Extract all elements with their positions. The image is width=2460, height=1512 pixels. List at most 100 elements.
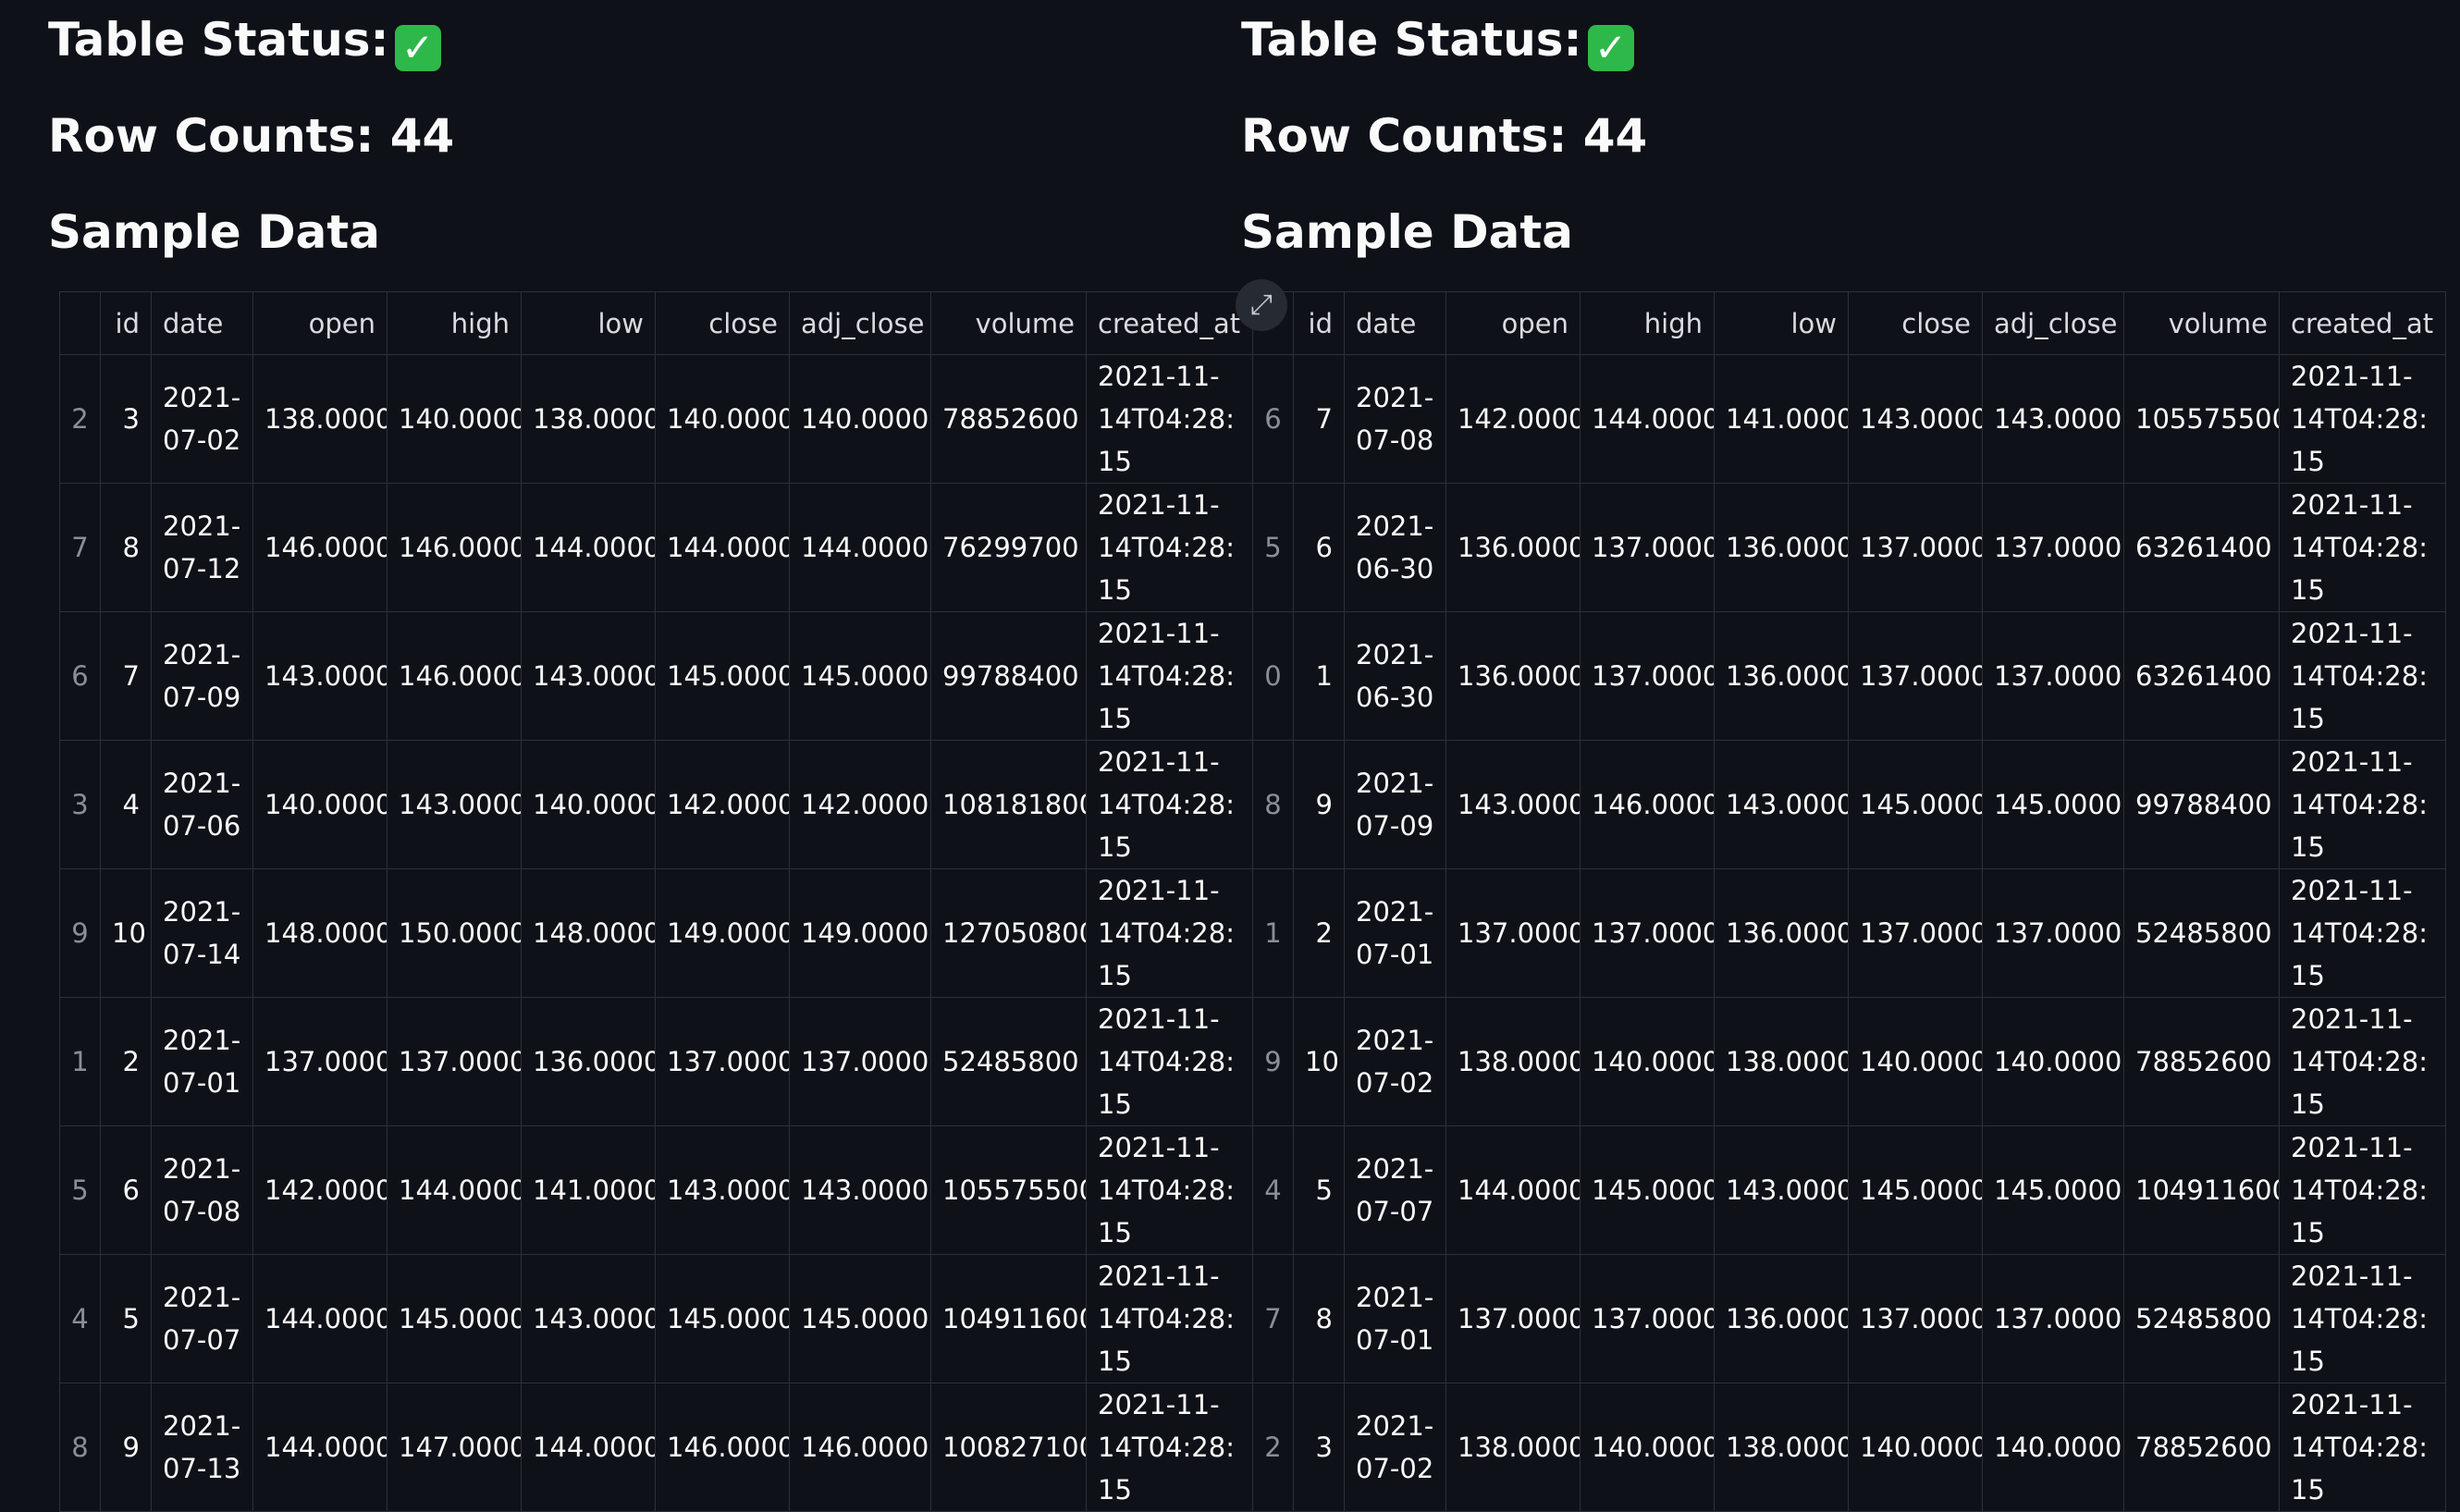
cell-open[interactable]: 144.0000 (252, 1383, 387, 1512)
cell-close[interactable]: 145.0000 (1848, 740, 1983, 869)
cell-date[interactable]: 2021- 07-14 (151, 868, 253, 998)
table-row[interactable]: 9 10 2021- 07-14 148.0000 150.0000 148.0000 149… (59, 868, 1253, 998)
column-header-date[interactable]: date (1344, 291, 1446, 355)
cell-id[interactable]: 9 (1293, 740, 1345, 869)
cell-adj-close[interactable]: 137.0000 (789, 997, 931, 1126)
table-row[interactable]: 3 4 2021- 07-06 140.0000 143.0000 140.0000 142.… (59, 740, 1253, 869)
cell-open[interactable]: 137.0000 (1445, 868, 1581, 998)
cell-low[interactable]: 136.0000 (521, 997, 656, 1126)
column-header-high[interactable]: high (387, 291, 522, 355)
cell-volume[interactable]: 104911600 (930, 1254, 1087, 1383)
cell-adj-close[interactable]: 149.0000 (789, 868, 931, 998)
cell-volume[interactable]: 63261400 (2123, 483, 2280, 612)
column-header-adj-close[interactable]: adj_close (1982, 291, 2124, 355)
cell-volume[interactable]: 78852600 (2123, 1383, 2280, 1512)
cell-adj-close[interactable]: 144.0000 (789, 483, 931, 612)
cell-high[interactable]: 145.0000 (1580, 1125, 1715, 1255)
cell-close[interactable]: 140.0000 (1848, 997, 1983, 1126)
cell-id[interactable]: 1 (1293, 611, 1345, 741)
cell-high[interactable]: 144.0000 (1580, 354, 1715, 484)
table-row[interactable]: 4 5 2021- 07-07 144.0000 145.0000 143.0000 145.… (1252, 1125, 2446, 1255)
column-header-open[interactable]: open (252, 291, 387, 355)
cell-open[interactable]: 143.0000 (252, 611, 387, 741)
cell-id[interactable]: 6 (1293, 483, 1345, 612)
cell-close[interactable]: 143.0000 (1848, 354, 1983, 484)
table-row[interactable]: 4 5 2021- 07-07 144.0000 145.0000 143.0000 145.… (59, 1254, 1253, 1383)
cell-adj-close[interactable]: 137.0000 (1982, 868, 2124, 998)
column-header-close[interactable]: close (655, 291, 790, 355)
cell-adj-close[interactable]: 143.0000 (789, 1125, 931, 1255)
cell-high[interactable]: 137.0000 (1580, 1254, 1715, 1383)
cell-close[interactable]: 143.0000 (655, 1125, 790, 1255)
cell-close[interactable]: 137.0000 (1848, 868, 1983, 998)
table-row[interactable]: 8 9 2021- 07-13 144.0000 147.0000 144.0000 146.… (59, 1383, 1253, 1512)
cell-created-at[interactable]: 2021-11- 14T04:28:15 (2279, 868, 2446, 998)
column-header-id[interactable]: id (100, 291, 152, 355)
cell-date[interactable]: 2021- 07-06 (151, 740, 253, 869)
cell-high[interactable]: 140.0000 (387, 354, 522, 484)
cell-id[interactable]: 2 (100, 997, 152, 1126)
table-row[interactable]: 5 6 2021- 07-08 142.0000 144.0000 141.0000 143.… (59, 1125, 1253, 1255)
cell-date[interactable]: 2021- 07-08 (1344, 354, 1446, 484)
cell-created-at[interactable]: 2021-11- 14T04:28:15 (2279, 997, 2446, 1126)
cell-high[interactable]: 147.0000 (387, 1383, 522, 1512)
cell-volume[interactable]: 108181800 (930, 740, 1087, 869)
cell-created-at[interactable]: 2021-11- 14T04:28:15 (2279, 354, 2446, 484)
cell-date[interactable]: 2021- 07-01 (151, 997, 253, 1126)
cell-open[interactable]: 142.0000 (252, 1125, 387, 1255)
cell-low[interactable]: 148.0000 (521, 868, 656, 998)
cell-high[interactable]: 143.0000 (387, 740, 522, 869)
table-row[interactable]: 7 8 2021- 07-12 146.0000 146.0000 144.0000 144.… (59, 483, 1253, 612)
cell-id[interactable]: 2 (1293, 868, 1345, 998)
cell-date[interactable]: 2021- 07-09 (151, 611, 253, 741)
cell-close[interactable]: 137.0000 (655, 997, 790, 1126)
cell-high[interactable]: 146.0000 (387, 611, 522, 741)
table-row[interactable]: 7 8 2021- 07-01 137.0000 137.0000 136.0000 137.… (1252, 1254, 2446, 1383)
cell-close[interactable]: 145.0000 (1848, 1125, 1983, 1255)
cell-high[interactable]: 150.0000 (387, 868, 522, 998)
cell-volume[interactable]: 127050800 (930, 868, 1087, 998)
sample-data-table[interactable]: id date open high low close adj_close volume cre… (1252, 291, 2446, 1512)
cell-open[interactable]: 136.0000 (1445, 483, 1581, 612)
cell-open[interactable]: 146.0000 (252, 483, 387, 612)
table-row[interactable]: 1 2 2021- 07-01 137.0000 137.0000 136.0000 137.… (59, 997, 1253, 1126)
cell-low[interactable]: 141.0000 (1714, 354, 1849, 484)
cell-high[interactable]: 137.0000 (387, 997, 522, 1126)
cell-date[interactable]: 2021- 07-07 (151, 1254, 253, 1383)
cell-adj-close[interactable]: 145.0000 (789, 611, 931, 741)
cell-created-at[interactable]: 2021-11- 14T04:28:15 (1086, 354, 1253, 484)
cell-id[interactable]: 10 (100, 868, 152, 998)
sample-data-table[interactable]: id date open high low close adj_close volume cre… (59, 291, 1253, 1512)
cell-adj-close[interactable]: 137.0000 (1982, 1254, 2124, 1383)
cell-open[interactable]: 137.0000 (252, 997, 387, 1126)
cell-high[interactable]: 146.0000 (1580, 740, 1715, 869)
cell-high[interactable]: 137.0000 (1580, 611, 1715, 741)
column-header-created-at[interactable]: created_at (2279, 291, 2446, 355)
cell-high[interactable]: 140.0000 (1580, 1383, 1715, 1512)
cell-open[interactable]: 142.0000 (1445, 354, 1581, 484)
cell-open[interactable]: 138.0000 (252, 354, 387, 484)
cell-id[interactable]: 6 (100, 1125, 152, 1255)
cell-volume[interactable]: 105575500 (2123, 354, 2280, 484)
cell-high[interactable]: 146.0000 (387, 483, 522, 612)
cell-open[interactable]: 136.0000 (1445, 611, 1581, 741)
cell-date[interactable]: 2021- 07-09 (1344, 740, 1446, 869)
cell-close[interactable]: 144.0000 (655, 483, 790, 612)
cell-created-at[interactable]: 2021-11- 14T04:28:15 (1086, 1383, 1253, 1512)
cell-close[interactable]: 146.0000 (655, 1383, 790, 1512)
cell-volume[interactable]: 104911600 (2123, 1125, 2280, 1255)
cell-low[interactable]: 140.0000 (521, 740, 656, 869)
expand-arrows-icon[interactable]: ⤢ (1236, 279, 1287, 331)
cell-date[interactable]: 2021- 07-02 (151, 354, 253, 484)
cell-open[interactable]: 143.0000 (1445, 740, 1581, 869)
cell-created-at[interactable]: 2021-11- 14T04:28:15 (1086, 868, 1253, 998)
column-header-date[interactable]: date (151, 291, 253, 355)
cell-close[interactable]: 137.0000 (1848, 1254, 1983, 1383)
column-header-created-at[interactable]: created_at (1086, 291, 1253, 355)
cell-id[interactable]: 4 (100, 740, 152, 869)
cell-high[interactable]: 137.0000 (1580, 483, 1715, 612)
cell-high[interactable]: 144.0000 (387, 1125, 522, 1255)
cell-volume[interactable]: 99788400 (2123, 740, 2280, 869)
cell-volume[interactable]: 52485800 (930, 997, 1087, 1126)
cell-close[interactable]: 140.0000 (655, 354, 790, 484)
